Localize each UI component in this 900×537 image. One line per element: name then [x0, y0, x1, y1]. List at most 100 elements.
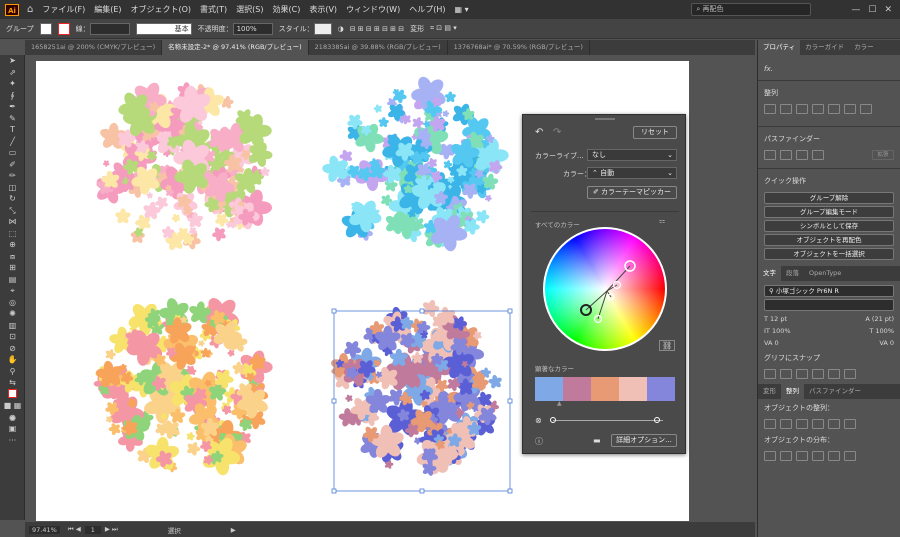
prominent-color-swatch[interactable] [591, 377, 619, 401]
tab-character[interactable]: 文字 [758, 266, 781, 281]
tab-color[interactable]: カラー [849, 40, 879, 55]
artboard-field[interactable]: 1 [84, 525, 101, 534]
home-icon[interactable]: ⌂ [27, 4, 33, 15]
redo-icon[interactable]: ↷ [553, 127, 561, 138]
link-harmony-icon[interactable]: ⛓ [659, 340, 676, 351]
prominent-color-swatch[interactable] [647, 377, 675, 401]
slider-handle-right[interactable] [654, 417, 660, 423]
blue-flower-group[interactable] [330, 299, 503, 476]
group-edit-button[interactable]: グループ編集モード [764, 206, 894, 218]
tab-transform[interactable]: 変形 [758, 384, 781, 399]
folder-icon[interactable]: ▬ [593, 436, 601, 445]
select-same-button[interactable]: オブジェクトを一括選択 [764, 248, 894, 260]
menu-object[interactable]: オブジェクト(O) [131, 4, 192, 15]
type-tool-icon[interactable]: T [0, 124, 25, 136]
stroke-weight-input[interactable] [89, 22, 130, 35]
symbol-sprayer-icon[interactable]: ✺ [0, 308, 25, 320]
lasso-icon[interactable]: ∮ [0, 90, 25, 102]
resize-handle[interactable] [507, 308, 513, 314]
close-icon[interactable]: ✕ [884, 5, 892, 15]
undo-icon[interactable]: ↶ [535, 127, 543, 138]
ungroup-button[interactable]: グループ解除 [764, 192, 894, 204]
line-tool-icon[interactable]: ╱ [0, 136, 25, 148]
menu-type[interactable]: 書式(T) [200, 4, 227, 15]
tab-pathfinder[interactable]: パスファインダー [804, 384, 866, 399]
swatch-handle-icon[interactable]: ▲ [557, 400, 562, 407]
doc-tab-1[interactable]: 1658251ai @ 200% (CMYK/プレビュー) [25, 40, 163, 55]
leading-field[interactable]: A (21 pt) [865, 315, 894, 323]
screen-mode-icon[interactable]: ▣ [0, 423, 25, 435]
orange-flower-group[interactable] [93, 295, 273, 476]
h-scale-field[interactable]: T 100% [869, 327, 894, 335]
color-library-select[interactable]: なし ⌄ [587, 149, 677, 161]
doc-tab-2[interactable]: 名称未設定-2* @ 97.41% (RGB/プレビュー) [162, 40, 309, 55]
tab-color-guide[interactable]: カラーガイド [800, 40, 849, 55]
prominent-color-swatch[interactable] [535, 377, 563, 401]
color-handles[interactable] [543, 227, 671, 355]
rotate-tool-icon[interactable]: ↻ [0, 193, 25, 205]
info-icon[interactable]: ⓘ [535, 436, 543, 447]
glyph-snap-icons[interactable] [758, 367, 900, 381]
pathfinder-icons[interactable]: 拡張 [758, 148, 900, 162]
brush-tool-icon[interactable]: ✐ [0, 159, 25, 171]
zoom-tool-icon[interactable]: ⚲ [0, 366, 25, 378]
direct-selection-tool-icon[interactable]: ⇗ [0, 67, 25, 79]
more-tools-icon[interactable]: ··· [0, 435, 25, 447]
resize-handle[interactable] [331, 308, 337, 314]
saturation-slider-track[interactable] [553, 420, 663, 421]
prominent-color-swatch[interactable] [619, 377, 647, 401]
curvature-tool-icon[interactable]: ✎ [0, 113, 25, 125]
object-align-icons[interactable] [758, 417, 900, 431]
fx-label[interactable]: fx. [758, 55, 900, 77]
pink-flower-group[interactable] [94, 81, 273, 252]
slider-handle-left[interactable] [550, 417, 556, 423]
tab-align[interactable]: 整列 [781, 384, 804, 399]
fill-swatch[interactable] [39, 22, 52, 35]
menu-view[interactable]: 表示(V) [309, 4, 337, 15]
menu-help[interactable]: ヘルプ(H) [409, 4, 445, 15]
maximize-icon[interactable]: ☐ [868, 5, 876, 15]
menu-effect[interactable]: 効果(C) [273, 4, 301, 15]
style-swatch[interactable] [313, 22, 332, 35]
resize-handle[interactable] [419, 308, 425, 314]
tracking-field[interactable]: VA 0 [879, 339, 894, 347]
gradient-tool-icon[interactable]: ▤ [0, 274, 25, 286]
v-scale-field[interactable]: IT 100% [764, 327, 791, 335]
fill-stroke-icon[interactable] [0, 388, 25, 401]
panel-grip[interactable] [595, 118, 615, 120]
color-count-select[interactable]: ⌃ 自動 ⌄ [587, 167, 677, 179]
draw-mode-icon[interactable]: ◉ [0, 412, 25, 424]
resize-handle[interactable] [507, 488, 513, 494]
recolor-icon[interactable]: ◑ [338, 25, 344, 33]
opacity-input[interactable]: 100% [232, 22, 273, 35]
rectangle-tool-icon[interactable]: ▭ [0, 147, 25, 159]
align-icons[interactable]: ⊟ ⊞ ⊟ ⊞ ⊟ ⊞ ⊟ [350, 25, 404, 33]
resize-handle[interactable] [419, 488, 425, 494]
resize-handle[interactable] [507, 398, 513, 404]
tab-properties[interactable]: プロパティ [758, 40, 801, 55]
swap-colors-icon[interactable]: ⇆ [0, 377, 25, 389]
menu-edit[interactable]: 編集(E) [94, 4, 121, 15]
search-input[interactable]: ⌕ 再配色 [691, 3, 812, 16]
blend-tool-icon[interactable]: ◎ [0, 297, 25, 309]
minimize-icon[interactable]: — [851, 5, 860, 15]
menu-select[interactable]: 選択(S) [236, 4, 263, 15]
menu-window[interactable]: ウィンドウ(W) [346, 4, 400, 15]
perspective-icon[interactable]: ⧈ [0, 251, 25, 263]
slice-tool-icon[interactable]: ⊘ [0, 343, 25, 355]
selection-tool-icon[interactable]: ➤ [0, 55, 25, 67]
prominent-color-swatch[interactable] [563, 377, 591, 401]
kerning-field[interactable]: VA 0 [764, 339, 779, 347]
resize-handle[interactable] [331, 398, 337, 404]
align-icons[interactable] [758, 102, 900, 116]
pen-tool-icon[interactable]: ✒ [0, 101, 25, 113]
width-tool-icon[interactable]: ⋈ [0, 216, 25, 228]
zoom-field[interactable]: 97.41% [29, 525, 60, 534]
pencil-tool-icon[interactable]: ✏ [0, 170, 25, 182]
font-family-select[interactable]: ⚲ 小塚ゴシック Pr6N R [764, 285, 894, 297]
isolate-icon[interactable]: ⌗ ⊡ ▤ ▾ [430, 24, 457, 33]
pick-color-icon[interactable]: ⊗ [535, 416, 542, 425]
workspace-icon[interactable]: ▦ ▾ [454, 5, 468, 14]
shape-builder-icon[interactable]: ⊕ [0, 239, 25, 251]
color-mode-icon[interactable]: ■ ▦ ⊘ [0, 400, 25, 422]
